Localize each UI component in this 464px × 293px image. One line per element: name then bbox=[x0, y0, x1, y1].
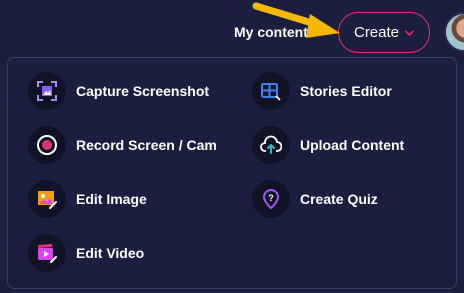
edit-image-icon bbox=[28, 180, 66, 218]
create-button-label: Create bbox=[353, 24, 400, 41]
menu-item-stories-editor[interactable]: Stories Editor bbox=[252, 71, 392, 111]
upload-cloud-icon bbox=[252, 126, 290, 164]
record-icon bbox=[28, 126, 66, 164]
menu-item-label: Stories Editor bbox=[300, 83, 392, 99]
menu-item-record-screen-cam[interactable]: Record Screen / Cam bbox=[28, 125, 217, 165]
top-bar: My content Create bbox=[0, 0, 464, 60]
menu-item-edit-video[interactable]: Edit Video bbox=[28, 233, 144, 273]
menu-item-label: Record Screen / Cam bbox=[76, 137, 217, 153]
menu-item-label: Create Quiz bbox=[300, 191, 378, 207]
svg-text:?: ? bbox=[268, 193, 274, 203]
stories-editor-icon bbox=[252, 72, 290, 110]
edit-video-icon bbox=[28, 234, 66, 272]
menu-item-capture-screenshot[interactable]: Capture Screenshot bbox=[28, 71, 209, 111]
avatar[interactable] bbox=[444, 12, 464, 52]
create-menu: Capture Screenshot Stories Editor Record… bbox=[7, 57, 457, 289]
capture-screenshot-icon bbox=[28, 72, 66, 110]
menu-item-label: Capture Screenshot bbox=[76, 83, 210, 99]
chevron-down-icon bbox=[405, 29, 414, 36]
create-button[interactable]: Create bbox=[338, 12, 430, 53]
menu-item-create-quiz[interactable]: ? Create Quiz bbox=[252, 179, 378, 219]
menu-item-upload-content[interactable]: Upload Content bbox=[252, 125, 404, 165]
quiz-icon: ? bbox=[252, 180, 290, 218]
menu-item-edit-image[interactable]: Edit Image bbox=[28, 179, 147, 219]
menu-item-label: Upload Content bbox=[300, 137, 405, 153]
menu-item-label: Edit Image bbox=[76, 191, 147, 207]
my-content-link[interactable]: My content bbox=[234, 24, 308, 40]
menu-item-label: Edit Video bbox=[76, 245, 145, 261]
